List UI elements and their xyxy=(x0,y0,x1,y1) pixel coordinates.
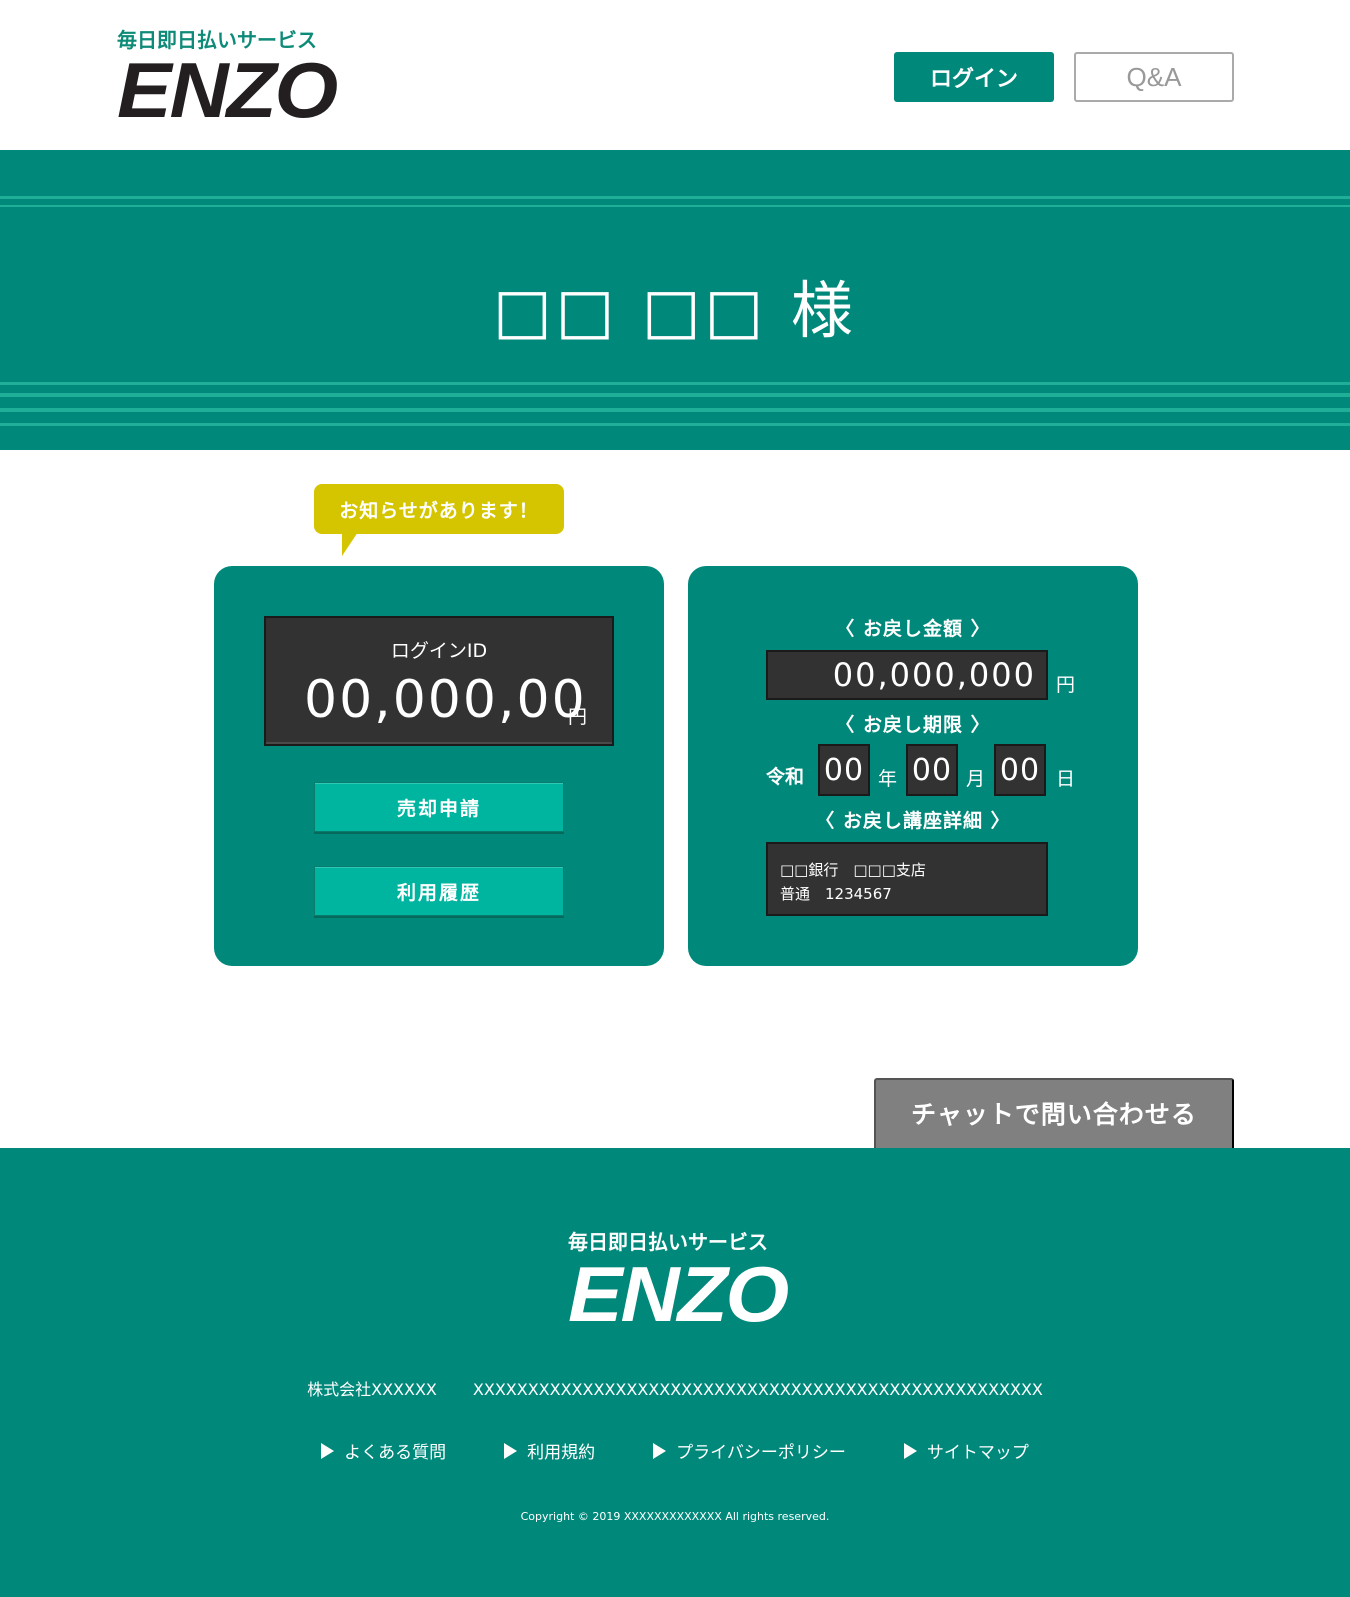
refund-account-label: 〈 お戻し講座詳細 〉 xyxy=(815,810,1011,832)
footer-link-faq[interactable]: よくある質問 xyxy=(321,1438,446,1463)
site-header: 毎日即日払いサービス ENZO ログイン Q&A xyxy=(0,0,1350,150)
chat-contact-button[interactable]: チャットで問い合わせる xyxy=(874,1078,1234,1150)
refund-deadline-date: 令和 00 年 00 月 00 日 xyxy=(766,744,1086,796)
refund-deadline-label: 〈 お戻し期限 〉 xyxy=(835,714,991,736)
refund-amount-value: 00,000,000 xyxy=(766,650,1048,700)
refund-amount-label: 〈 お戻し金額 〉 xyxy=(835,618,991,640)
refund-account-details: □□銀行 □□□支店 普通 1234567 xyxy=(766,842,1048,916)
footer-link-privacy[interactable]: プライバシーポリシー xyxy=(653,1438,846,1463)
hero-banner: □□ □□ 様 xyxy=(0,150,1350,450)
account-card: ログインID 00,000,00 円 売却申請 利用履歴 xyxy=(214,566,664,966)
login-id-label: ログインID xyxy=(390,640,488,662)
site-footer: 毎日即日払いサービス ENZO 株式会社XXXXXX XXXXXXXXXXXXXX… xyxy=(0,1148,1350,1597)
footer-link-label: よくある質問 xyxy=(344,1443,447,1463)
hero-stripe xyxy=(0,205,1350,207)
notice-bubble-tail xyxy=(342,532,358,556)
hero-stripe xyxy=(0,393,1350,397)
footer-link-label: サイトマップ xyxy=(926,1443,1029,1463)
user-name-heading: □□ □□ 様 xyxy=(493,274,857,347)
logo-brand: ENZO xyxy=(117,46,338,134)
login-button[interactable]: ログイン xyxy=(894,52,1054,102)
footer-logo-brand: ENZO xyxy=(568,1250,789,1338)
date-era: 令和 xyxy=(766,766,805,788)
footer-copyright: Copyright © 2019 XXXXXXXXXXXXX All right… xyxy=(520,1510,830,1523)
notice-bubble[interactable]: お知らせがあります！ xyxy=(314,484,564,534)
refund-amount-unit: 円 xyxy=(1056,674,1076,696)
date-year-unit: 年 xyxy=(878,768,898,790)
footer-company-info: 株式会社XXXXXX XXXXXXXXXXXXXXXXXXXXXXXXXXXXXX… xyxy=(0,1376,1350,1400)
sell-request-button[interactable]: 売却申請 xyxy=(314,782,564,832)
date-month-unit: 月 xyxy=(966,768,986,790)
footer-link-terms[interactable]: 利用規約 xyxy=(504,1438,595,1463)
triangle-right-icon xyxy=(321,1442,335,1459)
hero-stripe xyxy=(0,196,1350,199)
usage-history-button[interactable]: 利用履歴 xyxy=(314,866,564,916)
refund-card: 〈 お戻し金額 〉 00,000,000 円 〈 お戻し期限 〉 令和 00 年… xyxy=(688,566,1138,966)
footer-link-label: プライバシーポリシー xyxy=(676,1443,846,1463)
bank-account-line: 普通 1234567 xyxy=(780,885,892,903)
date-year-box: 00 xyxy=(818,744,870,796)
triangle-right-icon xyxy=(504,1442,518,1459)
login-id-value: 00,000,00 xyxy=(304,670,587,730)
hero-stripe xyxy=(0,408,1350,412)
hero-stripe xyxy=(0,382,1350,385)
login-id-display: ログインID 00,000,00 円 xyxy=(264,616,614,746)
footer-link-sitemap[interactable]: サイトマップ xyxy=(903,1438,1029,1463)
footer-logo[interactable]: 毎日即日払いサービス ENZO xyxy=(568,1226,789,1333)
login-id-unit: 円 xyxy=(568,706,588,728)
footer-company-name: 株式会社XXXXXX xyxy=(307,1380,437,1399)
footer-link-label: 利用規約 xyxy=(527,1443,596,1463)
triangle-right-icon xyxy=(653,1442,667,1459)
footer-links: よくある質問 利用規約 プライバシーポリシー サイトマップ xyxy=(0,1438,1350,1463)
date-day-unit: 日 xyxy=(1056,768,1076,790)
footer-company-address: XXXXXXXXXXXXXXXXXXXXXXXXXXXXXXXXXXXXXXXX… xyxy=(472,1380,1043,1399)
hero-stripe xyxy=(0,423,1350,426)
bank-branch-line: □□銀行 □□□支店 xyxy=(780,861,926,879)
header-logo[interactable]: 毎日即日払いサービス ENZO xyxy=(117,24,338,129)
triangle-right-icon xyxy=(903,1442,917,1459)
date-month-box: 00 xyxy=(906,744,958,796)
date-day-box: 00 xyxy=(994,744,1046,796)
qa-button[interactable]: Q&A xyxy=(1074,52,1234,102)
